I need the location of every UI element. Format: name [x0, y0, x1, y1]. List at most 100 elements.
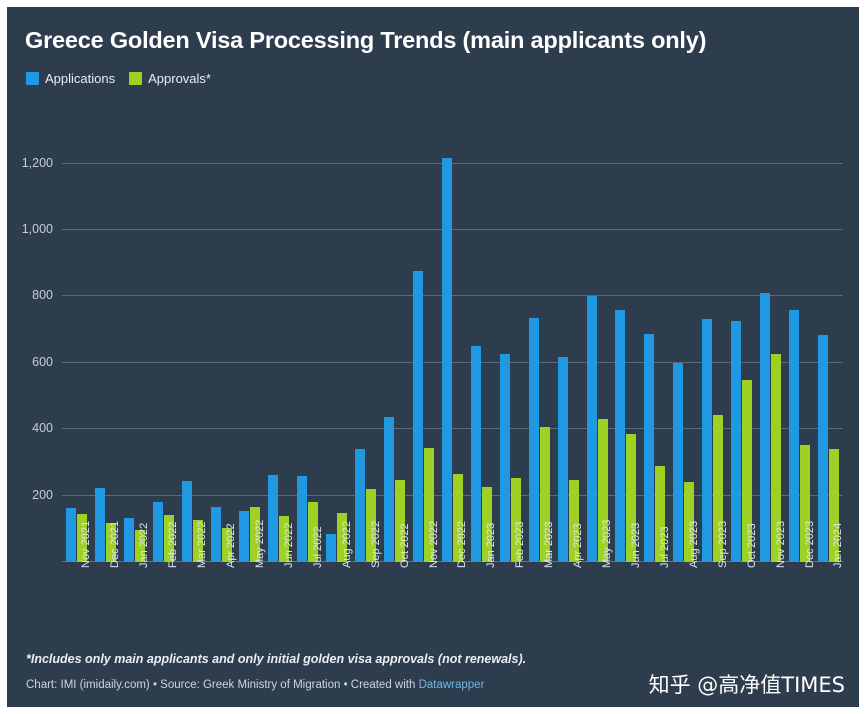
- x-axis-label-cell: Sep 2022: [351, 521, 382, 635]
- x-axis-tick-label: May 2022: [253, 519, 266, 568]
- bar-group[interactable]: [149, 137, 178, 562]
- bar-applications[interactable]: [702, 318, 713, 562]
- bar-group[interactable]: [467, 137, 496, 562]
- bar-applications[interactable]: [355, 449, 366, 562]
- x-axis-label-cell: Dec 2021: [91, 521, 121, 635]
- bar-group[interactable]: [178, 137, 207, 562]
- bar-applications[interactable]: [239, 510, 250, 562]
- x-axis-label-cell: Apr 2022: [207, 523, 237, 635]
- bar-group[interactable]: [322, 137, 351, 562]
- bar-group[interactable]: [91, 137, 120, 562]
- bar-group[interactable]: [640, 137, 669, 562]
- bar-group[interactable]: [727, 137, 756, 562]
- bar-group[interactable]: [293, 137, 322, 562]
- bar-applications[interactable]: [441, 157, 452, 562]
- x-axis-tick-label: Sep 2022: [369, 520, 382, 568]
- bar-applications[interactable]: [326, 533, 337, 562]
- bar-group[interactable]: [525, 137, 554, 562]
- bar-applications[interactable]: [123, 517, 134, 562]
- x-axis-tick-label: Mar 2023: [543, 521, 556, 568]
- x-axis-labels: Nov 2021 Dec 2021 Jan 2022 Feb 2022 Mar 2022…: [62, 520, 844, 635]
- y-axis-tick-label: 200: [32, 487, 53, 502]
- bar-group[interactable]: [669, 137, 698, 562]
- x-axis-tick-label: Jul 2022: [311, 526, 324, 568]
- x-axis-tick-label: Jan 2022: [138, 522, 151, 568]
- x-axis-label-cell: Sep 2023: [698, 521, 729, 635]
- chart-card: Greece Golden Visa Processing Trends (ma…: [7, 7, 859, 707]
- bar-applications[interactable]: [615, 309, 626, 562]
- x-axis-tick-label: Apr 2023: [572, 523, 585, 568]
- chart-legend: Applications Approvals*: [26, 71, 211, 86]
- bar-group[interactable]: [496, 137, 525, 562]
- x-axis-tick-label: Jan 2024: [832, 522, 845, 568]
- x-axis-tick-label: Nov 2021: [80, 520, 93, 568]
- bar-applications[interactable]: [94, 488, 105, 562]
- x-axis-tick-label: Mar 2022: [196, 521, 209, 568]
- bar-applications[interactable]: [673, 362, 684, 562]
- x-axis-tick-label: Aug 2022: [340, 520, 353, 568]
- bar-group[interactable]: [120, 137, 149, 562]
- bar-applications[interactable]: [528, 317, 539, 562]
- datawrapper-link[interactable]: Datawrapper: [419, 679, 485, 691]
- bar-group[interactable]: [207, 137, 236, 562]
- x-axis-tick-label: Jun 2022: [282, 522, 295, 568]
- bar-group[interactable]: [612, 137, 641, 562]
- bar-group[interactable]: [554, 137, 583, 562]
- bar-applications[interactable]: [152, 501, 163, 562]
- bar-applications[interactable]: [384, 416, 395, 562]
- x-axis-tick-label: Nov 2023: [774, 520, 787, 568]
- x-axis-label-cell: Jun 2022: [264, 523, 295, 635]
- x-axis-tick-label: Aug 2023: [687, 520, 700, 568]
- x-axis-label-cell: Feb 2023: [496, 522, 526, 635]
- legend-item[interactable]: Approvals*: [129, 71, 211, 86]
- x-axis-tick-label: Jun 2023: [629, 522, 642, 568]
- x-axis-tick-label: Dec 2022: [456, 520, 469, 568]
- x-axis-tick-label: Feb 2023: [514, 521, 527, 568]
- x-axis-label-cell: Aug 2022: [322, 521, 353, 635]
- bar-applications[interactable]: [817, 334, 828, 562]
- x-axis-tick-label: Dec 2023: [803, 520, 816, 568]
- bar-group[interactable]: [62, 137, 91, 562]
- bar-group[interactable]: [351, 137, 380, 562]
- bar-applications[interactable]: [470, 346, 481, 562]
- bar-applications[interactable]: [297, 475, 308, 562]
- bar-group[interactable]: [583, 137, 612, 562]
- bar-group[interactable]: [785, 137, 814, 562]
- bar-group[interactable]: [756, 137, 785, 562]
- bar-group[interactable]: [698, 137, 727, 562]
- x-axis-tick-label: Jan 2023: [485, 522, 498, 568]
- bar-applications[interactable]: [65, 507, 76, 562]
- x-axis-label-cell: Jun 2023: [612, 523, 642, 635]
- x-axis-tick-label: Nov 2022: [427, 520, 440, 568]
- y-axis-tick-label: 600: [32, 354, 53, 369]
- bar-applications[interactable]: [268, 475, 279, 562]
- bar-applications[interactable]: [760, 293, 771, 562]
- y-axis-tick-label: 1,000: [21, 221, 53, 236]
- x-axis-tick-label: Jul 2023: [658, 526, 671, 568]
- bar-applications[interactable]: [499, 354, 510, 562]
- bar-applications[interactable]: [210, 507, 221, 562]
- bar-applications[interactable]: [731, 320, 742, 562]
- bar-applications[interactable]: [586, 295, 597, 562]
- bar-groups: [62, 137, 843, 562]
- bar-group[interactable]: [409, 137, 438, 562]
- bar-applications[interactable]: [413, 271, 424, 562]
- legend-item[interactable]: Applications: [26, 71, 115, 86]
- x-axis-label-cell: Nov 2022: [409, 521, 440, 635]
- x-axis-label-cell: Mar 2022: [178, 522, 208, 635]
- bar-group[interactable]: [438, 137, 467, 562]
- bar-applications[interactable]: [557, 356, 568, 562]
- x-axis-tick-label: May 2023: [601, 519, 614, 568]
- bar-applications[interactable]: [644, 333, 655, 562]
- x-axis-label-cell: Nov 2021: [62, 521, 92, 635]
- bar-group[interactable]: [236, 137, 265, 562]
- bar-group[interactable]: [380, 137, 409, 562]
- x-axis-label-cell: Jan 2023: [467, 523, 497, 635]
- x-axis-label-cell: Apr 2023: [554, 523, 584, 635]
- y-axis-tick-label: 800: [32, 288, 53, 303]
- bar-group[interactable]: [264, 137, 293, 562]
- bar-applications[interactable]: [181, 481, 192, 562]
- x-axis-label-cell: Dec 2023: [785, 521, 816, 635]
- bar-applications[interactable]: [789, 309, 799, 562]
- bar-group[interactable]: [814, 137, 843, 562]
